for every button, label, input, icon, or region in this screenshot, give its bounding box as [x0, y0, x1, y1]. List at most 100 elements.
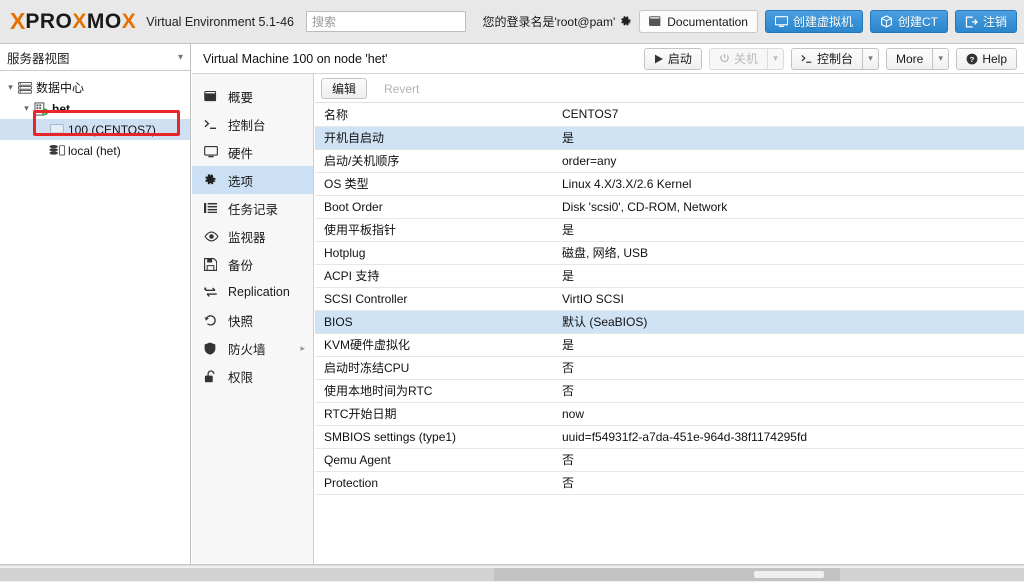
edit-button[interactable]: 编辑	[321, 78, 368, 99]
storage-icon	[49, 144, 66, 157]
horizontal-scrollbar[interactable]	[0, 565, 1024, 582]
view-selector-dropdown[interactable]: 服务器视图 ▾	[0, 44, 190, 71]
option-value: order=any	[553, 149, 1024, 173]
menu-item-hardware[interactable]: 硬件	[192, 138, 313, 166]
menu-item-console[interactable]: 控制台	[192, 110, 313, 138]
expander-icon[interactable]: ▾	[20, 103, 33, 114]
more-dropdown-arrow[interactable]: ▾	[932, 47, 950, 70]
help-button[interactable]: ? Help	[956, 47, 1017, 70]
logout-button[interactable]: 注销	[954, 10, 1017, 33]
table-row[interactable]: Protection 否	[315, 471, 1024, 495]
create-vm-button[interactable]: 创建虚拟机	[764, 10, 863, 33]
more-label: More	[895, 51, 924, 66]
tree-item-vm-100[interactable]: 100 (CENTOS7)	[0, 119, 190, 140]
shutdown-button: 关机	[708, 47, 767, 70]
menu-item-options[interactable]: 选项	[192, 166, 313, 194]
start-label: 启动	[667, 52, 692, 66]
menu-item-snapshots[interactable]: 快照	[192, 306, 313, 334]
server-tree-panel: 服务器视图 ▾ ▾ 数据中心 ▾ het 100 (CENTOS7) local…	[0, 44, 191, 565]
table-row[interactable]: 使用平板指针是	[315, 218, 1024, 242]
create-ct-button[interactable]: 创建CT	[869, 10, 948, 33]
tree-item-label: 数据中心	[36, 81, 85, 95]
save-icon	[204, 257, 222, 271]
more-split-button[interactable]: More ▾	[885, 47, 950, 70]
vm-action-toolbar: 启动 关机 ▾ 控制台 ▾ More ▾ ? Help	[643, 47, 1017, 70]
chevron-down-icon: ▾	[177, 51, 183, 63]
table-row[interactable]: RTC开始日期 now	[315, 402, 1024, 426]
console-button[interactable]: 控制台	[790, 47, 862, 70]
start-button[interactable]: 启动	[643, 47, 702, 70]
shutdown-dropdown-arrow: ▾	[766, 47, 784, 70]
monitor-icon	[774, 15, 788, 28]
vm-options-table: 名称 CENTOS7 开机自启动是 启动/关机顺序 order=any OS 类型 L…	[315, 103, 1024, 495]
table-row[interactable]: 启动/关机顺序 order=any	[315, 149, 1024, 173]
menu-item-firewall[interactable]: 防火墙 ▸	[192, 334, 313, 362]
console-split-button[interactable]: 控制台 ▾	[790, 47, 879, 70]
more-button[interactable]: More	[885, 47, 933, 70]
book-icon	[649, 16, 662, 27]
monitor-icon	[204, 146, 222, 158]
table-row[interactable]: 使用本地时间为RTC 否	[315, 379, 1024, 403]
table-row[interactable]: 启动时冻结CPU 否	[315, 356, 1024, 380]
search-input[interactable]	[312, 14, 460, 29]
svg-text:?: ?	[970, 54, 975, 63]
tree-item-node-het[interactable]: ▾ het	[0, 98, 190, 119]
logout-label: 注销	[982, 15, 1007, 29]
vm-options-panel: 编辑 Revert 名称 CENTOS7 开机自启动是 启动/关机顺序 order=…	[315, 75, 1024, 565]
menu-item-label: 权限	[228, 370, 254, 385]
table-row[interactable]: ACPI 支持是	[315, 264, 1024, 288]
option-key: Qemu Agent	[315, 448, 553, 472]
table-row[interactable]: BIOS 默认 (SeaBIOS)	[315, 310, 1024, 334]
table-row[interactable]: Qemu Agent 否	[315, 448, 1024, 472]
power-icon	[719, 53, 730, 64]
console-dropdown-arrow[interactable]: ▾	[861, 47, 879, 70]
menu-item-label: 硬件	[228, 146, 254, 161]
menu-item-permissions[interactable]: 权限	[192, 362, 313, 390]
table-row[interactable]: 名称 CENTOS7	[315, 103, 1024, 127]
table-row[interactable]: 开机自启动是	[315, 126, 1024, 150]
datacenter-icon	[17, 81, 33, 94]
menu-item-backup[interactable]: 备份	[192, 250, 313, 278]
option-value: Linux 4.X/3.X/2.6 Kernel	[553, 172, 1024, 196]
option-key: SCSI Controller	[315, 287, 553, 311]
menu-item-label: 控制台	[228, 118, 266, 133]
documentation-button[interactable]: Documentation	[639, 10, 758, 33]
table-row[interactable]: OS 类型 Linux 4.X/3.X/2.6 Kernel	[315, 172, 1024, 196]
tree-item-datacenter[interactable]: ▾ 数据中心	[0, 77, 190, 98]
option-value: 否	[553, 471, 1024, 495]
menu-item-summary[interactable]: 概要	[192, 82, 313, 110]
search-box[interactable]	[306, 11, 466, 32]
history-icon	[204, 314, 222, 327]
logo-x-mark: X	[10, 8, 25, 34]
create-ct-label: 创建CT	[897, 15, 938, 29]
table-row[interactable]: SCSI Controller VirtIO SCSI	[315, 287, 1024, 311]
menu-item-label: 防火墙	[228, 342, 266, 357]
menu-item-monitor[interactable]: 监视器	[192, 222, 313, 250]
menu-item-replication[interactable]: Replication	[192, 278, 313, 306]
table-row[interactable]: KVM硬件虚拟化是	[315, 333, 1024, 357]
tree-item-storage-local[interactable]: local (het)	[0, 140, 190, 161]
option-key: BIOS	[315, 310, 553, 334]
option-key: 使用本地时间为RTC	[315, 379, 553, 403]
option-key: 开机自启动	[315, 126, 553, 150]
option-key: Protection	[315, 471, 553, 495]
table-row[interactable]: Hotplug 磁盘, 网络, USB	[315, 241, 1024, 265]
option-value: 是	[553, 218, 1024, 242]
menu-item-task-history[interactable]: 任务记录	[192, 194, 313, 222]
console-label: 控制台	[816, 52, 853, 66]
table-row[interactable]: Boot Order Disk 'scsi0', CD-ROM, Network	[315, 195, 1024, 219]
option-value: 否	[553, 379, 1024, 403]
expander-icon[interactable]: ▾	[4, 82, 17, 93]
scrollbar-grip[interactable]	[754, 571, 824, 578]
gear-icon[interactable]	[620, 15, 632, 28]
top-header-actions: 您的登录名是'root@pam' Documentation 创建虚拟机 创建C…	[482, 10, 1017, 33]
documentation-label: Documentation	[667, 14, 748, 29]
table-row[interactable]: SMBIOS settings (type1) uuid=f54931f2-a7d…	[315, 425, 1024, 449]
tree-item-label: 100 (CENTOS7)	[68, 122, 156, 137]
option-key: 使用平板指针	[315, 218, 553, 242]
terminal-icon	[801, 54, 813, 64]
logout-icon	[965, 16, 978, 28]
proxmox-app-window: X PROXMOX Virtual Environment 5.1-46 您的登…	[0, 0, 1024, 582]
shield-icon	[204, 342, 222, 355]
unlock-icon	[204, 369, 222, 383]
